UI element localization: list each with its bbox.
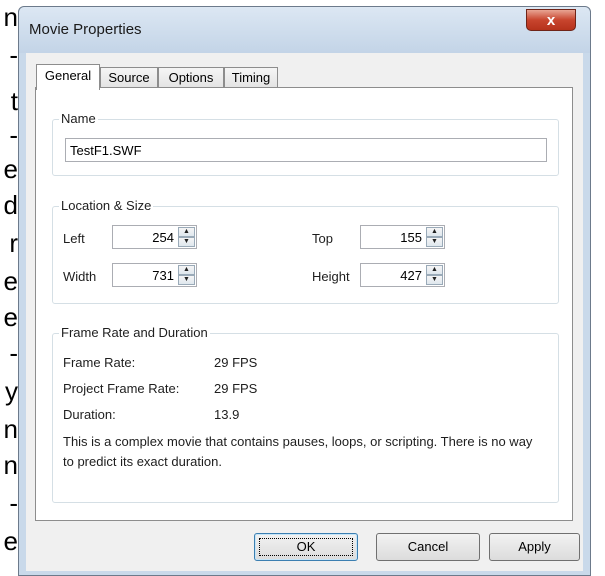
background-char: y <box>5 376 18 406</box>
tab-options[interactable]: Options <box>158 67 224 88</box>
background-document-text: n - t - e d r e e - y n n - e <box>0 0 20 576</box>
top-spin-buttons: ▲ ▼ <box>426 227 443 247</box>
background-char: - <box>9 488 18 518</box>
spin-up-arrow-icon[interactable]: ▲ <box>178 227 195 237</box>
spin-down-arrow-icon[interactable]: ▼ <box>178 275 195 285</box>
frame-rate-value: 29 FPS <box>214 355 258 370</box>
top-spinbox[interactable]: 155 ▲ ▼ <box>360 225 445 249</box>
dialog-client-area: General Source Options Timing Name Locat… <box>26 53 583 571</box>
apply-button[interactable]: Apply <box>489 533 580 561</box>
left-spin-buttons: ▲ ▼ <box>178 227 195 247</box>
background-char: e <box>3 266 18 296</box>
background-char: d <box>3 190 18 220</box>
spin-down-arrow-icon[interactable]: ▼ <box>178 237 195 247</box>
spin-down-arrow-icon[interactable]: ▼ <box>426 237 443 247</box>
close-icon: x <box>546 12 556 29</box>
left-label: Left <box>63 231 85 246</box>
project-frame-rate-label: Project Frame Rate: <box>63 381 180 396</box>
width-label: Width <box>63 269 97 284</box>
tab-source[interactable]: Source <box>100 67 158 88</box>
frame-rate-duration-group: Frame Rate and Duration Frame Rate: 29 F… <box>52 325 559 503</box>
height-spinbox[interactable]: 427 ▲ ▼ <box>360 263 445 287</box>
close-button[interactable]: x <box>526 9 576 31</box>
background-char: n <box>3 2 18 32</box>
name-group-title: Name <box>59 111 98 126</box>
location-size-group-title: Location & Size <box>59 198 154 213</box>
width-spinbox[interactable]: 731 ▲ ▼ <box>112 263 197 287</box>
apply-button-label: Apply <box>518 539 551 554</box>
background-char: t <box>10 86 18 116</box>
general-tab-panel: Name Location & Size Left 254 ▲ ▼ Top 15… <box>35 87 573 521</box>
top-value: 155 <box>400 230 422 245</box>
height-value: 427 <box>400 268 422 283</box>
spin-up-arrow-icon[interactable]: ▲ <box>178 265 195 275</box>
duration-value: 13.9 <box>214 407 240 422</box>
name-group: Name <box>52 111 559 176</box>
left-spinbox[interactable]: 254 ▲ ▼ <box>112 225 197 249</box>
background-char: - <box>9 338 18 368</box>
background-char: e <box>3 526 18 556</box>
duration-label: Duration: <box>63 407 116 422</box>
width-spin-buttons: ▲ ▼ <box>178 265 195 285</box>
tab-timing[interactable]: Timing <box>224 67 278 88</box>
background-char: n <box>3 450 18 480</box>
height-spin-buttons: ▲ ▼ <box>426 265 443 285</box>
background-char: - <box>9 120 18 150</box>
spin-up-arrow-icon[interactable]: ▲ <box>426 265 443 275</box>
spin-down-arrow-icon[interactable]: ▼ <box>426 275 443 285</box>
location-size-group: Location & Size Left 254 ▲ ▼ Top 155 ▲ ▼ <box>52 198 559 304</box>
cancel-button[interactable]: Cancel <box>376 533 480 561</box>
height-label: Height <box>312 269 350 284</box>
duration-note: This is a complex movie that contains pa… <box>63 434 533 469</box>
background-char: e <box>3 154 18 184</box>
spin-up-arrow-icon[interactable]: ▲ <box>426 227 443 237</box>
tab-general[interactable]: General <box>36 64 100 90</box>
width-value: 731 <box>152 268 174 283</box>
project-frame-rate-value: 29 FPS <box>214 381 258 396</box>
frame-rate-label: Frame Rate: <box>63 355 136 370</box>
background-char: n <box>3 414 18 444</box>
window-title: Movie Properties <box>29 21 142 38</box>
background-char: r <box>9 228 18 258</box>
focus-rectangle <box>259 538 353 556</box>
top-label: Top <box>312 231 333 246</box>
name-input[interactable] <box>65 138 547 162</box>
title-bar[interactable]: Movie Properties x <box>19 7 590 53</box>
cancel-button-label: Cancel <box>407 539 449 554</box>
background-char: - <box>9 40 18 70</box>
left-value: 254 <box>152 230 174 245</box>
ok-button[interactable]: OK <box>254 533 358 561</box>
background-char: e <box>3 302 18 332</box>
frame-rate-duration-group-title: Frame Rate and Duration <box>59 325 210 340</box>
movie-properties-dialog: Movie Properties x General Source Option… <box>18 6 591 576</box>
